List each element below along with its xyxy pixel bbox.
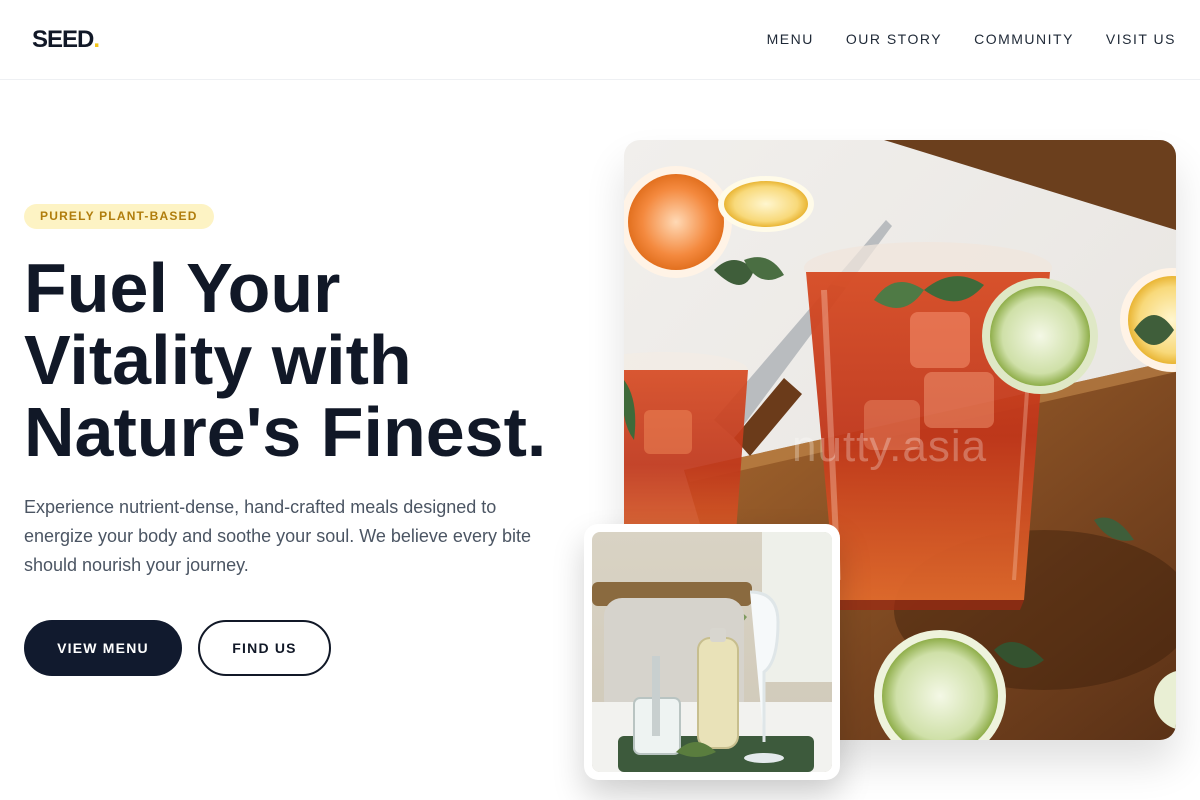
headline-line-1: Fuel Your: [24, 249, 341, 327]
inset-drinks-photo: [584, 524, 840, 780]
nav-item-menu[interactable]: MENU: [767, 31, 814, 47]
main-nav: MENU OUR STORY COMMUNITY VISIT US: [767, 31, 1176, 47]
hero-headline: Fuel Your Vitality with Nature's Finest.: [24, 252, 594, 468]
drinks-tray-illustration: [592, 532, 832, 772]
brand-logo[interactable]: SEED.: [32, 26, 100, 54]
view-menu-button[interactable]: VIEW MENU: [24, 620, 182, 676]
nav-item-visit-us[interactable]: VISIT US: [1106, 31, 1176, 47]
find-us-button[interactable]: FIND US: [198, 620, 331, 676]
brand-dot: .: [93, 26, 100, 53]
plant-based-badge: PURELY PLANT-BASED: [24, 204, 214, 229]
photo-watermark: nutty.asia: [792, 422, 988, 471]
headline-line-3: Nature's Finest.: [24, 393, 547, 471]
site-header: SEED. MENU OUR STORY COMMUNITY VISIT US: [0, 0, 1200, 80]
nav-item-our-story[interactable]: OUR STORY: [846, 31, 942, 47]
nav-item-community[interactable]: COMMUNITY: [974, 31, 1074, 47]
headline-line-2: Vitality with: [24, 321, 412, 399]
hero-description: Experience nutrient-dense, hand-crafted …: [24, 497, 531, 575]
brand-name: SEED: [32, 26, 94, 53]
